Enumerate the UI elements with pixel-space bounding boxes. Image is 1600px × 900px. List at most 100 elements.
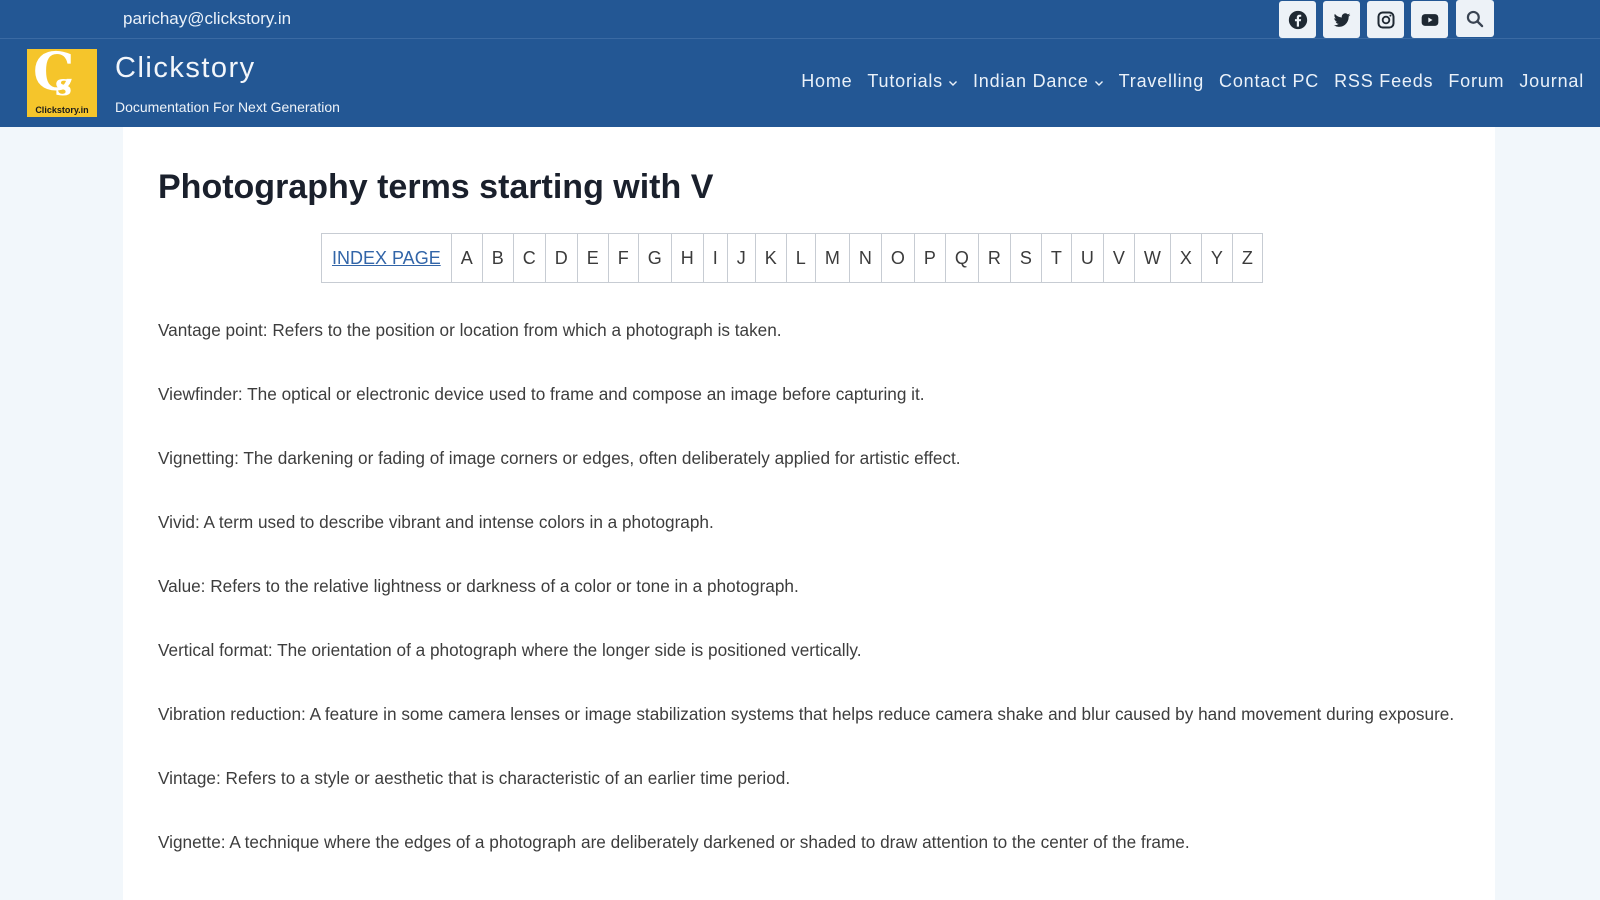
letter-link-b[interactable]: B <box>492 248 504 268</box>
search-button[interactable] <box>1456 0 1494 37</box>
letter-cell: V <box>1102 233 1135 283</box>
alphabet-index: INDEX PAGE ABCDEFGHIJKLMNOPQRSTUVWXYZ <box>321 233 1263 283</box>
twitter-icon <box>1333 12 1350 27</box>
letter-cell: L <box>785 233 816 283</box>
letter-link-z[interactable]: Z <box>1242 248 1253 268</box>
nav-label: RSS Feeds <box>1334 71 1434 91</box>
letter-link-a[interactable]: A <box>461 248 473 268</box>
page-title: Photography terms starting with V <box>158 168 714 206</box>
letter-link-c[interactable]: C <box>523 248 536 268</box>
letter-link-l[interactable]: L <box>796 248 806 268</box>
term-definition: Vibration reduction: A feature in some c… <box>158 704 1455 724</box>
site-tagline: Documentation For Next Generation <box>115 99 340 115</box>
letter-link-q[interactable]: Q <box>955 248 969 268</box>
letter-cell: R <box>977 233 1011 283</box>
letter-cell: W <box>1133 233 1171 283</box>
letter-cell: E <box>576 233 609 283</box>
twitter-button[interactable] <box>1323 1 1360 38</box>
nav-label: Home <box>801 71 853 91</box>
term-definition: Vantage point: Refers to the position or… <box>158 320 782 340</box>
nav-item-contact-pc[interactable]: Contact PC <box>1219 71 1319 92</box>
site-title[interactable]: Clickstory <box>115 52 256 85</box>
letter-link-v[interactable]: V <box>1113 248 1125 268</box>
terms-list: Vantage point: Refers to the position or… <box>158 315 1458 891</box>
letter-cell: G <box>637 233 672 283</box>
letter-cell: K <box>754 233 787 283</box>
facebook-button[interactable] <box>1279 1 1316 38</box>
nav-item-journal[interactable]: Journal <box>1519 71 1584 92</box>
letter-cell: J <box>726 233 756 283</box>
letter-cell: O <box>880 233 915 283</box>
index-page-link[interactable]: INDEX PAGE <box>332 248 441 268</box>
site-header: C s Clickstory.in Clickstory Documentati… <box>0 39 1600 127</box>
main-nav: Home Tutorials Indian Dance Travelling C… <box>786 71 1584 92</box>
nav-item-home[interactable]: Home <box>801 71 852 92</box>
letter-link-u[interactable]: U <box>1081 248 1094 268</box>
nav-item-forum[interactable]: Forum <box>1448 71 1504 92</box>
term-definition: Viewfinder: The optical or electronic de… <box>158 384 925 404</box>
nav-label: Tutorials <box>867 71 943 91</box>
content-area: Photography terms starting with V INDEX … <box>123 127 1495 900</box>
letter-cell: M <box>814 233 850 283</box>
letter-link-y[interactable]: Y <box>1211 248 1223 268</box>
letter-link-h[interactable]: H <box>681 248 694 268</box>
letter-link-x[interactable]: X <box>1180 248 1192 268</box>
logo-caption: Clickstory.in <box>35 105 89 115</box>
letter-link-t[interactable]: T <box>1051 248 1062 268</box>
nav-item-rss-feeds[interactable]: RSS Feeds <box>1334 71 1433 92</box>
letter-cell: Z <box>1231 233 1263 283</box>
search-icon <box>1466 10 1484 27</box>
facebook-icon <box>1288 10 1307 29</box>
letter-link-s[interactable]: S <box>1020 248 1032 268</box>
letter-link-o[interactable]: O <box>891 248 905 268</box>
alphabet-row: INDEX PAGE ABCDEFGHIJKLMNOPQRSTUVWXYZ <box>321 233 1263 283</box>
nav-item-indian-dance[interactable]: Indian Dance <box>973 71 1104 92</box>
letter-link-m[interactable]: M <box>825 248 840 268</box>
nav-label: Contact PC <box>1219 71 1320 91</box>
letter-cell: F <box>607 233 639 283</box>
letter-cell: A <box>450 233 483 283</box>
letter-cell: S <box>1009 233 1042 283</box>
nav-label: Travelling <box>1118 71 1205 91</box>
letter-cell: X <box>1169 233 1202 283</box>
letter-link-e[interactable]: E <box>587 248 599 268</box>
social-links <box>1279 1 1448 38</box>
letter-link-i[interactable]: I <box>713 248 718 268</box>
instagram-button[interactable] <box>1367 1 1404 38</box>
term-definition: Vintage: Refers to a style or aesthetic … <box>158 768 791 788</box>
site-logo[interactable]: C s Clickstory.in <box>27 49 97 117</box>
chevron-down-icon <box>1094 81 1103 86</box>
term-definition: Vignetting: The darkening or fading of i… <box>158 448 961 468</box>
letter-cell: P <box>913 233 946 283</box>
nav-label: Indian Dance <box>972 71 1089 91</box>
letter-link-j[interactable]: J <box>737 248 746 268</box>
contact-email-link[interactable]: parichay@clickstory.in <box>123 9 291 29</box>
letter-cell: U <box>1070 233 1104 283</box>
index-page-cell: INDEX PAGE <box>321 233 452 283</box>
term-definition: Vivid: A term used to describe vibrant a… <box>158 512 714 532</box>
letter-cell: Q <box>944 233 979 283</box>
letter-link-k[interactable]: K <box>765 248 777 268</box>
term-definition: Vertical format: The orientation of a ph… <box>158 640 862 660</box>
letter-cell: Y <box>1200 233 1233 283</box>
letter-cell: B <box>481 233 514 283</box>
letter-link-p[interactable]: P <box>924 248 936 268</box>
letter-cell: D <box>544 233 578 283</box>
letter-link-f[interactable]: F <box>618 248 629 268</box>
logo-letter-s: s <box>55 68 72 103</box>
letter-link-g[interactable]: G <box>648 248 662 268</box>
letter-cell: I <box>702 233 728 283</box>
nav-item-tutorials[interactable]: Tutorials <box>867 71 958 92</box>
term-definition: Vignette: A technique where the edges of… <box>158 832 1190 852</box>
letter-link-r[interactable]: R <box>988 248 1001 268</box>
nav-label: Journal <box>1519 71 1584 91</box>
youtube-button[interactable] <box>1411 1 1448 38</box>
letter-link-n[interactable]: N <box>859 248 872 268</box>
nav-item-travelling[interactable]: Travelling <box>1119 71 1204 92</box>
letter-link-w[interactable]: W <box>1144 248 1161 268</box>
letter-cell: C <box>512 233 546 283</box>
letter-cell: T <box>1040 233 1072 283</box>
nav-label: Forum <box>1448 71 1505 91</box>
letter-link-d[interactable]: D <box>555 248 568 268</box>
instagram-icon <box>1377 11 1394 28</box>
